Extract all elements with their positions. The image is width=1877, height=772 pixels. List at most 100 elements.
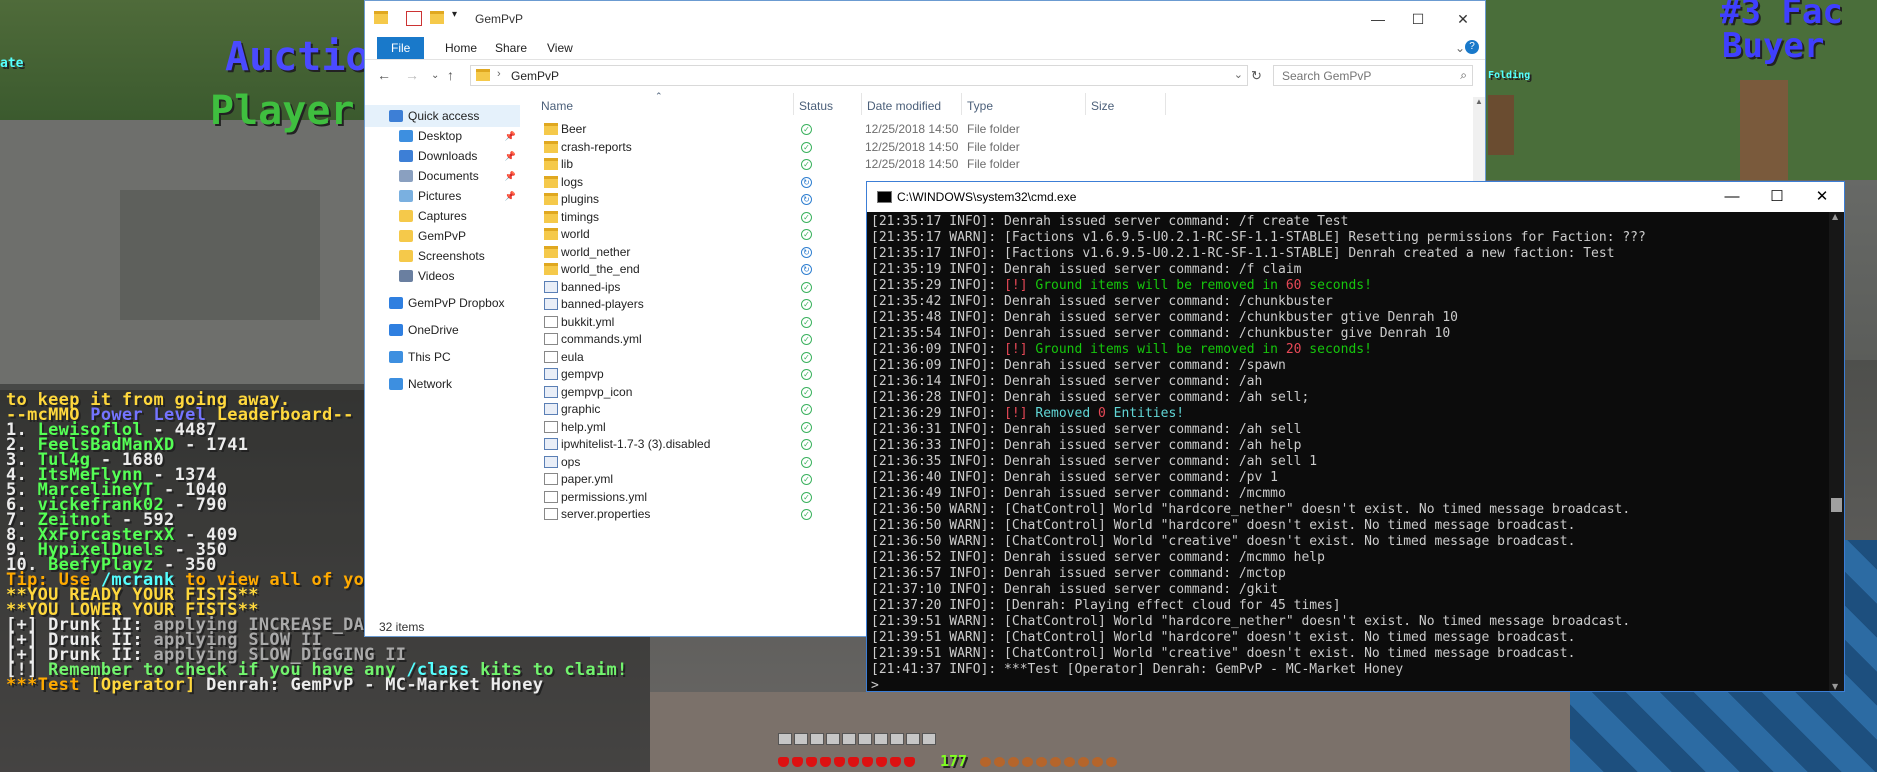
search-input[interactable]	[1280, 68, 1444, 84]
properties-icon[interactable]	[406, 11, 422, 26]
console-text: [21:36:14 INFO]: Denrah issued server co…	[871, 374, 1263, 389]
pictures-icon	[399, 190, 413, 202]
chat-line: ***Test [Operator] Denrah: GemPvP - MC-M…	[6, 675, 543, 695]
scroll-up-icon[interactable]: ▲	[1832, 212, 1838, 221]
sidebar-item-desktop[interactable]: Desktop 📌	[365, 125, 520, 147]
sidebar-item-label: Pictures	[418, 189, 462, 203]
folder-icon	[544, 140, 558, 153]
sign-text: ate	[0, 56, 24, 71]
chevron-down-icon[interactable]: ▾	[452, 9, 462, 22]
column-divider[interactable]	[793, 93, 794, 115]
pin-icon[interactable]: 📌	[505, 185, 516, 207]
file-icon	[544, 385, 558, 398]
console-line: [21:36:35 INFO]: Denrah issued server co…	[871, 454, 1317, 470]
column-divider[interactable]	[961, 93, 962, 115]
column-divider[interactable]	[861, 93, 862, 115]
tab-home[interactable]: Home	[435, 37, 487, 59]
pin-icon[interactable]: 📌	[505, 125, 516, 147]
armor-icon	[842, 733, 856, 745]
scrollbar-thumb[interactable]	[1831, 498, 1842, 512]
help-icon[interactable]: ?	[1465, 40, 1479, 54]
console-line: [21:36:14 INFO]: Denrah issued server co…	[871, 374, 1262, 390]
heart-icon	[848, 757, 859, 767]
maximize-button[interactable]: ☐	[1395, 5, 1441, 33]
tab-view[interactable]: View	[537, 37, 583, 59]
search-box[interactable]: ⌕	[1273, 65, 1473, 86]
sidebar-item-label: Captures	[418, 209, 467, 223]
folder-icon	[374, 11, 388, 24]
food-icon	[1008, 757, 1019, 767]
scrollbar[interactable]: ▲ ▼	[1829, 212, 1844, 691]
sidebar-item-pictures[interactable]: Pictures 📌	[365, 185, 520, 207]
console-line: [21:36:40 INFO]: Denrah issued server co…	[871, 470, 1278, 486]
console-text: [21:39:51 WARN]: [ChatControl] World "cr…	[871, 646, 1576, 661]
console-text: 20	[1285, 342, 1302, 357]
console-text: [21:36:31 INFO]: Denrah issued server co…	[871, 422, 1302, 437]
console-line: [21:35:54 INFO]: Denrah issued server co…	[871, 326, 1450, 342]
console-text: [21:36:50 WARN]: [ChatControl] World "cr…	[871, 534, 1576, 549]
scroll-up-icon[interactable]: ▲	[1475, 97, 1483, 106]
sidebar-item-videos[interactable]: Videos	[365, 265, 520, 287]
console-text: [21:36:35 INFO]: Denrah issued server co…	[871, 454, 1318, 469]
sidebar-item-downloads[interactable]: Downloads 📌	[365, 145, 520, 167]
sync-status-icon: ↻	[801, 194, 812, 205]
console-text: Ground items will be removed in	[1035, 342, 1286, 357]
column-divider[interactable]	[1165, 93, 1166, 115]
chat-text: - 1741	[174, 435, 249, 455]
close-button[interactable]: ✕	[1799, 182, 1845, 212]
armor-icon	[890, 733, 904, 745]
sidebar-item-documents[interactable]: Documents 📌	[365, 165, 520, 187]
search-icon[interactable]: ⌕	[1460, 68, 1467, 83]
sidebar-item-captures[interactable]: Captures	[365, 205, 520, 227]
sidebar-item-quick-access[interactable]: Quick access	[365, 105, 520, 127]
maximize-button[interactable]: ☐	[1754, 182, 1800, 212]
sidebar-item-this-pc[interactable]: This PC	[365, 346, 520, 368]
new-folder-icon[interactable]	[430, 11, 444, 24]
recent-chevron-icon[interactable]: ⌄	[431, 70, 439, 81]
column-header-type[interactable]: Type	[967, 99, 993, 113]
close-button[interactable]: ✕	[1440, 5, 1486, 33]
synced-status-icon: ✓	[801, 316, 812, 328]
scroll-down-icon[interactable]: ▼	[1832, 682, 1838, 691]
column-divider[interactable]	[1085, 93, 1086, 115]
folder-icon	[544, 158, 558, 170]
address-bar[interactable]: › GemPvP ⌄	[470, 65, 1248, 86]
sidebar-item-gempvp-dropbox[interactable]: GemPvP Dropbox	[365, 292, 520, 314]
sidebar-item-network[interactable]: Network	[365, 373, 520, 395]
pin-icon[interactable]: 📌	[505, 145, 516, 167]
back-arrow-icon[interactable]: ←	[377, 67, 391, 83]
minimize-button[interactable]: —	[1709, 182, 1755, 212]
cmd-title-bar[interactable]: C:\WINDOWS\system32\cmd.exe — ☐ ✕	[867, 182, 1844, 212]
column-header-date[interactable]: Date modified	[867, 99, 941, 113]
synced-status-icon: ✓	[801, 334, 812, 345]
tab-file[interactable]: File	[377, 37, 425, 59]
console-line: [21:35:17 WARN]: [Factions v1.6.9.5-U0.2…	[871, 230, 1646, 246]
file-icon	[544, 368, 558, 380]
food-icon	[994, 757, 1005, 767]
sidebar-item-gempvp[interactable]: GemPvP	[365, 225, 520, 247]
chevron-down-icon[interactable]: ⌄	[1234, 68, 1243, 81]
console-text: [21:36:09 INFO]: Denrah issued server co…	[871, 358, 1286, 373]
sidebar-item-label: GemPvP Dropbox	[408, 296, 505, 310]
column-header-name[interactable]: Name	[541, 99, 573, 113]
pin-icon[interactable]: 📌	[505, 165, 516, 187]
forward-arrow-icon[interactable]: →	[405, 67, 419, 83]
sidebar-item-onedrive[interactable]: OneDrive	[365, 319, 520, 341]
column-header-size[interactable]: Size	[1091, 99, 1114, 113]
console-line: [21:36:50 WARN]: [ChatControl] World "cr…	[871, 534, 1575, 550]
villager	[1488, 95, 1514, 155]
console-text: [21:35:19 INFO]: Denrah issued server co…	[871, 262, 1302, 277]
title-bar[interactable]: ▾ GemPvP — ☐ ✕	[365, 1, 1485, 37]
chat-text: Denrah: GemPvP - MC-Market Honey	[195, 675, 544, 695]
file-icon	[544, 420, 558, 433]
console-line: [21:35:17 INFO]: Denrah issued server co…	[871, 214, 1348, 230]
console-output[interactable]: [21:35:17 INFO]: Denrah issued server co…	[871, 214, 1826, 690]
up-arrow-icon[interactable]: ↑	[447, 67, 454, 83]
sync-status-icon: ↻	[801, 264, 812, 275]
tab-share[interactable]: Share	[485, 37, 537, 59]
sidebar-item-screenshots[interactable]: Screenshots	[365, 245, 520, 267]
console-line: [21:36:52 INFO]: Denrah issued server co…	[871, 550, 1325, 566]
column-header-status[interactable]: Status	[799, 99, 833, 113]
refresh-icon[interactable]: ↻	[1251, 68, 1262, 84]
console-line: [21:35:42 INFO]: Denrah issued server co…	[871, 294, 1333, 310]
